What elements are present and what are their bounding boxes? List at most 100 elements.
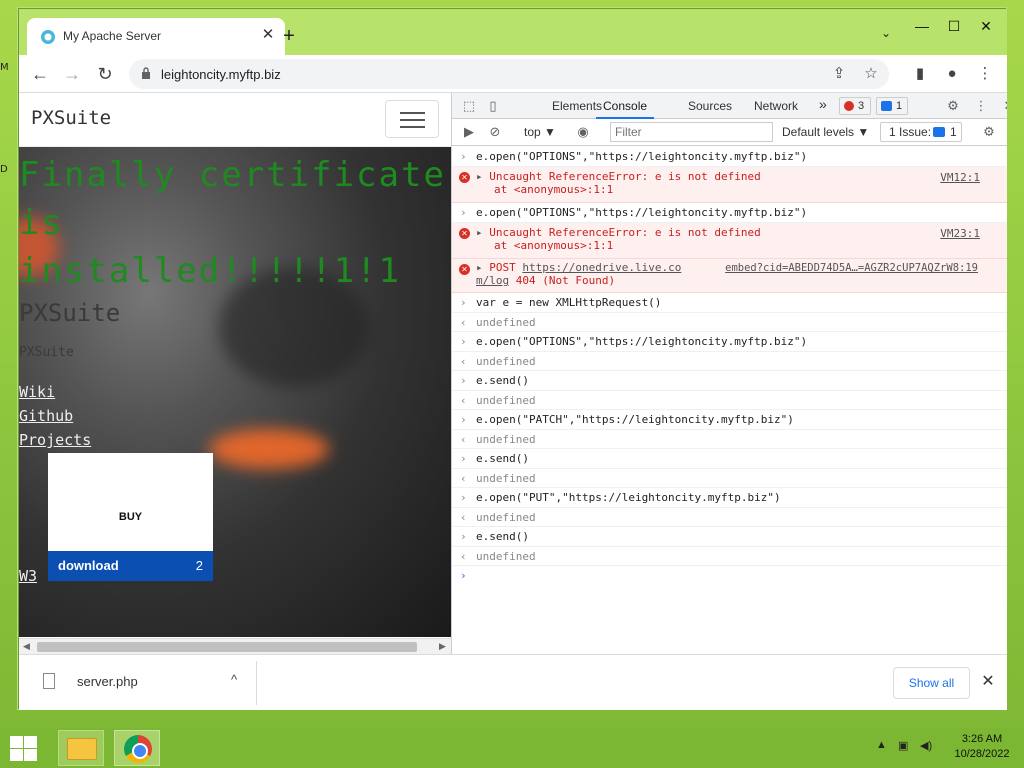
tab-close-icon[interactable]: ✕	[259, 26, 277, 44]
input-chevron-icon: ›	[460, 491, 467, 504]
console-settings-gear-icon[interactable]: ⚙	[980, 123, 998, 141]
expand-triangle-icon[interactable]: ▸	[476, 226, 483, 239]
console-input-text[interactable]: e.send()	[476, 530, 529, 543]
output-arrow-icon: ‹	[460, 394, 467, 407]
minimize-button[interactable]: —	[905, 13, 939, 39]
console-error-row: ✕ ▸ Uncaught ReferenceError: e is not def…	[452, 223, 1007, 259]
expand-triangle-icon[interactable]: ▸	[476, 170, 483, 183]
close-devtools-icon[interactable]: ✕	[1000, 97, 1007, 115]
device-toolbar-icon[interactable]: ▯	[484, 97, 502, 115]
network-icon[interactable]: ▣	[898, 739, 908, 752]
address-bar[interactable]: leightoncity.myftp.biz ⇪ ☆	[129, 59, 889, 89]
console-input-text[interactable]: e.open("OPTIONS","https://leightoncity.m…	[476, 335, 807, 348]
browser-window: My Apache Server ✕ + ⌄ — ☐ ✕ ← → ↻ leigh…	[18, 8, 1007, 710]
projects-link[interactable]: Projects	[19, 431, 91, 449]
settings-gear-icon[interactable]: ⚙	[944, 97, 962, 115]
volume-icon[interactable]: ◀)	[920, 739, 932, 752]
wiki-link[interactable]: Wiki	[19, 383, 55, 401]
site-brand[interactable]: PXSuite	[31, 107, 111, 129]
console-output-row: ‹ undefined	[452, 352, 1007, 371]
console-input-text[interactable]: e.open("OPTIONS","https://leightoncity.m…	[476, 150, 807, 163]
chevron-up-icon[interactable]: ^	[225, 672, 243, 690]
request-url[interactable]: https://onedrive.live.co	[522, 261, 681, 274]
console-prompt[interactable]: ›	[452, 566, 1007, 588]
scrollbar-thumb[interactable]	[37, 642, 417, 652]
show-hidden-icons-chevron-icon[interactable]: ▲	[876, 739, 887, 751]
console-input-text[interactable]: e.open("PATCH","https://leightoncity.myf…	[476, 413, 794, 426]
taskbar: ▲ ▣ ◀) 3:26 AM 10/28/2022	[0, 728, 1024, 768]
input-chevron-icon: ›	[460, 296, 467, 309]
issues-button[interactable]: 1 Issue: 1	[880, 122, 962, 142]
output-arrow-icon: ‹	[460, 433, 467, 446]
expand-triangle-icon[interactable]: ▸	[476, 261, 483, 274]
taskbar-clock[interactable]: 3:26 AM 10/28/2022	[950, 732, 1014, 762]
windows-start-icon[interactable]	[8, 734, 38, 762]
context-select[interactable]: top ▼	[524, 125, 556, 139]
horizontal-scrollbar[interactable]: ◀ ▶	[19, 638, 451, 654]
error-count-badge[interactable]: 3	[839, 97, 871, 115]
back-arrow-icon[interactable]: ←	[28, 62, 52, 86]
buy-card[interactable]: BUY download 2	[48, 453, 213, 581]
console-input-row: › var e = new XMLHttpRequest()	[452, 293, 1007, 313]
sidebar-toggle-icon[interactable]: ▶	[460, 123, 478, 141]
forward-arrow-icon[interactable]: →	[60, 62, 84, 86]
clear-console-icon[interactable]: ⊘	[486, 123, 504, 141]
console-input-text[interactable]: e.open("OPTIONS","https://leightoncity.m…	[476, 206, 807, 219]
maximize-button[interactable]: ☐	[937, 13, 971, 39]
download-file-name[interactable]: server.php	[77, 674, 138, 689]
chrome-taskbar-button[interactable]	[114, 730, 160, 766]
scroll-left-icon[interactable]: ◀	[23, 641, 30, 652]
tab-sources[interactable]: Sources	[688, 99, 732, 113]
side-panel-icon[interactable]: ▮	[909, 63, 931, 85]
error-message: Uncaught ReferenceError: e is not define…	[489, 170, 761, 183]
request-url-cont[interactable]: m/log	[476, 274, 509, 287]
console-output-text: undefined	[476, 550, 536, 563]
tab-title: My Apache Server	[63, 29, 162, 43]
download-button[interactable]: download 2	[48, 551, 213, 581]
hamburger-menu-button[interactable]	[385, 100, 439, 138]
message-count-badge[interactable]: 1	[876, 97, 908, 115]
filter-input[interactable]	[611, 123, 772, 141]
buy-label[interactable]: BUY	[48, 511, 213, 523]
w3-link[interactable]: W3	[19, 567, 37, 585]
console-input-text[interactable]: e.send()	[476, 374, 529, 387]
tab-network[interactable]: Network	[754, 99, 798, 113]
console-output-row: ‹ undefined	[452, 430, 1007, 449]
download-label: download	[58, 558, 119, 573]
desktop-edge-label: D	[0, 164, 8, 175]
github-link[interactable]: Github	[19, 407, 73, 425]
error-source-link[interactable]: VM12:1	[940, 171, 980, 184]
error-icon: ✕	[459, 172, 470, 183]
more-tabs-icon[interactable]: »	[819, 96, 827, 112]
live-expression-eye-icon[interactable]: ◉	[574, 123, 592, 141]
file-explorer-taskbar-button[interactable]	[58, 730, 104, 766]
profile-avatar-icon[interactable]: ●	[941, 63, 963, 85]
clock-time: 3:26 AM	[961, 733, 1003, 745]
console-input-text[interactable]: e.send()	[476, 452, 529, 465]
scroll-right-icon[interactable]: ▶	[439, 641, 446, 652]
request-method: POST	[489, 261, 516, 274]
close-shelf-icon[interactable]: ✕	[977, 671, 999, 693]
show-all-button[interactable]: Show all	[893, 667, 970, 699]
log-levels-select[interactable]: Default levels ▼	[782, 125, 869, 139]
browser-tab[interactable]: My Apache Server ✕	[27, 18, 285, 55]
share-icon[interactable]: ⇪	[829, 64, 849, 84]
message-count: 1	[896, 100, 903, 112]
url-text[interactable]: leightoncity.myftp.biz	[161, 67, 281, 82]
new-tab-button[interactable]: +	[277, 25, 301, 49]
filter-field[interactable]	[610, 122, 773, 142]
tab-elements[interactable]: Elements	[552, 99, 602, 113]
console-input-text[interactable]: var e = new XMLHttpRequest()	[476, 296, 661, 309]
error-source-link[interactable]: VM23:1	[940, 227, 980, 240]
reload-icon[interactable]: ↻	[93, 62, 117, 86]
tab-console[interactable]: Console	[603, 99, 647, 113]
close-window-button[interactable]: ✕	[969, 13, 1003, 39]
download-item[interactable]: server.php ^	[29, 661, 257, 705]
tab-search-icon[interactable]: ⌄	[876, 26, 896, 46]
more-menu-icon[interactable]: ⋮	[974, 63, 996, 85]
bookmark-star-icon[interactable]: ☆	[861, 64, 881, 84]
inspect-element-icon[interactable]: ⬚	[460, 97, 478, 115]
network-source-link[interactable]: embed?cid=ABEDD74D5A…=AGZR2cUP7AQZrW8:19	[725, 262, 978, 274]
devtools-menu-icon[interactable]: ⋮	[972, 97, 990, 115]
console-input-text[interactable]: e.open("PUT","https://leightoncity.myftp…	[476, 491, 781, 504]
